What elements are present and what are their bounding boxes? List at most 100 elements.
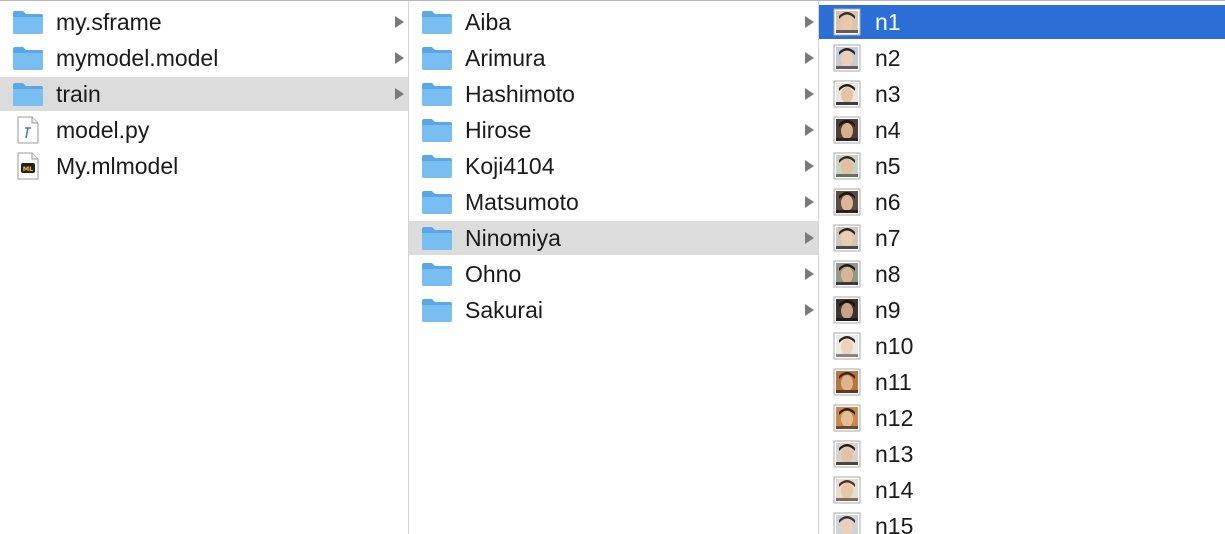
item-label: n2: [875, 44, 901, 71]
folder-icon: [421, 152, 453, 180]
list-item[interactable]: Sakurai: [409, 293, 818, 327]
list-item[interactable]: n14: [819, 473, 1225, 507]
mlmodel-file-icon: ML: [12, 152, 44, 180]
image-thumbnail-icon: [833, 44, 861, 72]
list-item-selected[interactable]: Ninomiya: [409, 221, 818, 255]
column-2[interactable]: Aiba Arimura Hashimoto Hirose Koji4104 M…: [409, 1, 819, 534]
image-thumbnail-icon: [833, 116, 861, 144]
chevron-right-icon: [804, 232, 814, 244]
chevron-right-icon: [804, 88, 814, 100]
image-thumbnail-icon: [833, 224, 861, 252]
folder-icon: [421, 8, 453, 36]
list-item[interactable]: Koji4104: [409, 149, 818, 183]
item-label: Koji4104: [465, 152, 555, 179]
list-item[interactable]: n11: [819, 365, 1225, 399]
list-item[interactable]: Matsumoto: [409, 185, 818, 219]
list-item[interactable]: model.py: [0, 113, 408, 147]
finder-column-browser: my.sframe mymodel.model train model.py M…: [0, 0, 1225, 534]
image-thumbnail-icon: [833, 8, 861, 36]
image-thumbnail-icon: [833, 296, 861, 324]
list-item[interactable]: my.sframe: [0, 5, 408, 39]
list-item[interactable]: Ohno: [409, 257, 818, 291]
folder-icon: [12, 44, 44, 72]
list-item[interactable]: ML My.mlmodel: [0, 149, 408, 183]
chevron-right-icon: [804, 16, 814, 28]
list-item[interactable]: mymodel.model: [0, 41, 408, 75]
image-thumbnail-icon: [833, 260, 861, 288]
item-label: n14: [875, 476, 914, 503]
chevron-right-icon: [804, 124, 814, 136]
folder-icon: [12, 8, 44, 36]
column-3[interactable]: n1 n2 n3 n4 n5 n6 n7 n8 n9 n10 n11 n12 n…: [819, 1, 1225, 534]
list-item[interactable]: Arimura: [409, 41, 818, 75]
item-label: n12: [875, 404, 914, 431]
chevron-right-icon: [394, 52, 404, 64]
image-thumbnail-icon: [833, 476, 861, 504]
item-label: My.mlmodel: [56, 152, 179, 179]
item-label: n13: [875, 440, 914, 467]
chevron-right-icon: [804, 304, 814, 316]
item-label: model.py: [56, 116, 150, 143]
list-item[interactable]: n10: [819, 329, 1225, 363]
list-item[interactable]: n2: [819, 41, 1225, 75]
image-thumbnail-icon: [833, 512, 861, 534]
list-item[interactable]: n4: [819, 113, 1225, 147]
image-thumbnail-icon: [833, 404, 861, 432]
list-item[interactable]: Hirose: [409, 113, 818, 147]
item-label: mymodel.model: [56, 44, 219, 71]
folder-icon: [12, 80, 44, 108]
list-item[interactable]: n6: [819, 185, 1225, 219]
item-label: n11: [875, 368, 912, 395]
item-label: train: [56, 80, 101, 107]
python-file-icon: [12, 116, 44, 144]
chevron-right-icon: [394, 88, 404, 100]
item-label: Matsumoto: [465, 188, 579, 215]
list-item[interactable]: n7: [819, 221, 1225, 255]
folder-icon: [421, 116, 453, 144]
list-item[interactable]: n15: [819, 509, 1225, 534]
svg-text:ML: ML: [23, 165, 34, 173]
item-label: Ohno: [465, 260, 522, 287]
image-thumbnail-icon: [833, 332, 861, 360]
list-item[interactable]: n5: [819, 149, 1225, 183]
chevron-right-icon: [394, 16, 404, 28]
list-item[interactable]: n8: [819, 257, 1225, 291]
item-label: n5: [875, 152, 901, 179]
item-label: Aiba: [465, 8, 512, 35]
image-thumbnail-icon: [833, 80, 861, 108]
item-label: n8: [875, 260, 901, 287]
chevron-right-icon: [804, 52, 814, 64]
item-label: n7: [875, 224, 901, 251]
item-label: Ninomiya: [465, 224, 561, 251]
item-label: n15: [875, 512, 914, 534]
list-item[interactable]: Aiba: [409, 5, 818, 39]
item-label: Sakurai: [465, 296, 543, 323]
chevron-right-icon: [804, 196, 814, 208]
folder-icon: [421, 44, 453, 72]
list-item-selected[interactable]: train: [0, 77, 408, 111]
list-item[interactable]: n12: [819, 401, 1225, 435]
list-item[interactable]: n9: [819, 293, 1225, 327]
list-item[interactable]: n3: [819, 77, 1225, 111]
folder-icon: [421, 296, 453, 324]
item-label: Hirose: [465, 116, 532, 143]
item-label: Arimura: [465, 44, 546, 71]
image-thumbnail-icon: [833, 188, 861, 216]
column-1[interactable]: my.sframe mymodel.model train model.py M…: [0, 1, 409, 534]
image-thumbnail-icon: [833, 368, 861, 396]
list-item-selected[interactable]: n1: [819, 5, 1225, 39]
item-label: n10: [875, 332, 914, 359]
item-label: n1: [875, 8, 901, 35]
list-item[interactable]: Hashimoto: [409, 77, 818, 111]
item-label: Hashimoto: [465, 80, 575, 107]
folder-icon: [421, 260, 453, 288]
folder-icon: [421, 80, 453, 108]
item-label: n6: [875, 188, 901, 215]
item-label: n9: [875, 296, 901, 323]
chevron-right-icon: [804, 268, 814, 280]
item-label: my.sframe: [56, 8, 162, 35]
folder-icon: [421, 224, 453, 252]
chevron-right-icon: [804, 160, 814, 172]
image-thumbnail-icon: [833, 152, 861, 180]
list-item[interactable]: n13: [819, 437, 1225, 471]
